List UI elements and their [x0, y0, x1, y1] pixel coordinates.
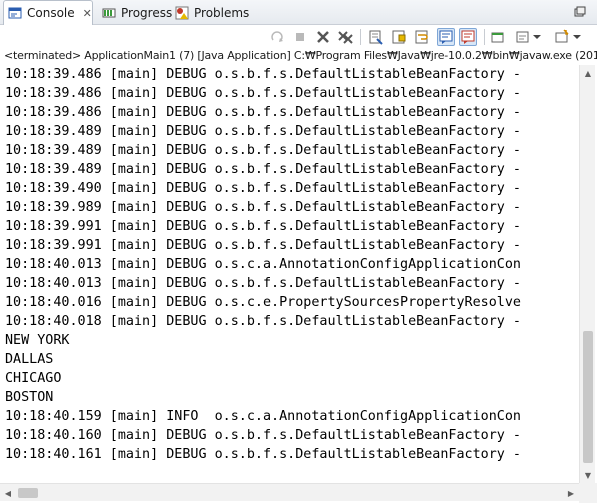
console-line: 10:18:40.016 [main] DEBUG o.s.c.e.Proper…	[5, 295, 521, 310]
console-line: 10:18:40.013 [main] DEBUG o.s.b.f.s.Defa…	[5, 276, 530, 291]
tab-label: Console	[27, 6, 75, 20]
vertical-scroll-thumb[interactable]	[583, 331, 593, 463]
vertical-scrollbar[interactable]: ▲ ▼	[579, 65, 595, 483]
remove-launch-icon[interactable]	[314, 28, 332, 46]
clear-console-icon[interactable]	[367, 28, 385, 46]
console-line: 10:18:40.013 [main] DEBUG o.s.c.a.Annota…	[5, 257, 521, 272]
open-console-icon[interactable]	[553, 28, 571, 46]
scroll-left-arrow-icon[interactable]: ◀	[0, 484, 16, 502]
remove-all-terminated-icon[interactable]	[337, 28, 355, 46]
tab-console[interactable]: Console ✕	[3, 0, 93, 25]
toolbar-separator	[484, 29, 485, 45]
console-line: CHICAGO	[5, 371, 62, 386]
progress-icon	[102, 6, 116, 20]
console-line: 10:18:39.489 [main] DEBUG o.s.b.f.s.Defa…	[5, 143, 530, 158]
word-wrap-icon[interactable]	[413, 28, 431, 46]
console-status-line: <terminated> ApplicationMain1 (7) [Java …	[4, 49, 597, 62]
show-on-stderr-icon[interactable]	[459, 28, 477, 46]
scrollbar-corner	[579, 483, 597, 503]
chevron-down-icon[interactable]	[532, 28, 542, 46]
console-line: BOSTON	[5, 390, 54, 405]
console-line: 10:18:40.018 [main] DEBUG o.s.b.f.s.Defa…	[5, 314, 530, 329]
console-icon	[8, 6, 22, 20]
console-line: 10:18:40.159 [main] INFO o.s.c.a.Annotat…	[5, 409, 521, 424]
console-line: NEW YORK	[5, 333, 70, 348]
terminate-relaunch-icon[interactable]	[268, 28, 286, 46]
console-line: 10:18:39.991 [main] DEBUG o.s.b.f.s.Defa…	[5, 219, 530, 234]
scroll-down-arrow-icon[interactable]: ▼	[580, 467, 596, 483]
console-line: 10:18:39.486 [main] DEBUG o.s.b.f.s.Defa…	[5, 105, 530, 120]
console-line: 10:18:39.991 [main] DEBUG o.s.b.f.s.Defa…	[5, 238, 530, 253]
console-line: 10:18:39.489 [main] DEBUG o.s.b.f.s.Defa…	[5, 124, 530, 139]
horizontal-scroll-thumb[interactable]	[18, 488, 38, 498]
toolbar-separator	[360, 29, 361, 45]
pin-console-icon[interactable]	[489, 28, 507, 46]
console-line: 10:18:39.486 [main] DEBUG o.s.b.f.s.Defa…	[5, 86, 530, 101]
terminate-icon[interactable]	[291, 28, 309, 46]
scroll-up-arrow-icon[interactable]: ▲	[580, 65, 596, 81]
chevron-down-icon[interactable]	[572, 28, 582, 46]
scroll-lock-icon[interactable]	[390, 28, 408, 46]
console-toolbar	[0, 25, 597, 49]
horizontal-scrollbar[interactable]: ◀ ▶	[0, 483, 579, 501]
display-selected-console-icon[interactable]	[514, 28, 532, 46]
console-line: 10:18:39.490 [main] DEBUG o.s.b.f.s.Defa…	[5, 181, 530, 196]
tab-problems[interactable]: Problems	[171, 1, 253, 25]
scroll-right-arrow-icon[interactable]: ▶	[563, 484, 579, 502]
view-tab-bar: Console ✕ Progress Problems	[0, 0, 597, 25]
console-output[interactable]: 10:18:39.486 [main] DEBUG o.s.b.f.s.Defa…	[0, 65, 579, 483]
close-icon[interactable]: ✕	[83, 7, 92, 20]
console-line: 10:18:39.486 [main] DEBUG o.s.b.f.s.Defa…	[5, 67, 530, 82]
tab-progress[interactable]: Progress	[98, 1, 176, 25]
console-line: DALLAS	[5, 352, 54, 367]
minimize-icon[interactable]	[573, 4, 587, 18]
console-line: 10:18:40.161 [main] DEBUG o.s.b.f.s.Defa…	[5, 447, 530, 462]
show-on-stdout-icon[interactable]	[437, 28, 455, 46]
console-line: 10:18:39.489 [main] DEBUG o.s.b.f.s.Defa…	[5, 162, 530, 177]
tab-label: Progress	[121, 6, 173, 20]
tab-label: Problems	[194, 6, 250, 20]
console-line: 10:18:40.160 [main] DEBUG o.s.b.f.s.Defa…	[5, 428, 530, 443]
problems-icon	[175, 6, 189, 20]
console-line: 10:18:39.989 [main] DEBUG o.s.b.f.s.Defa…	[5, 200, 530, 215]
